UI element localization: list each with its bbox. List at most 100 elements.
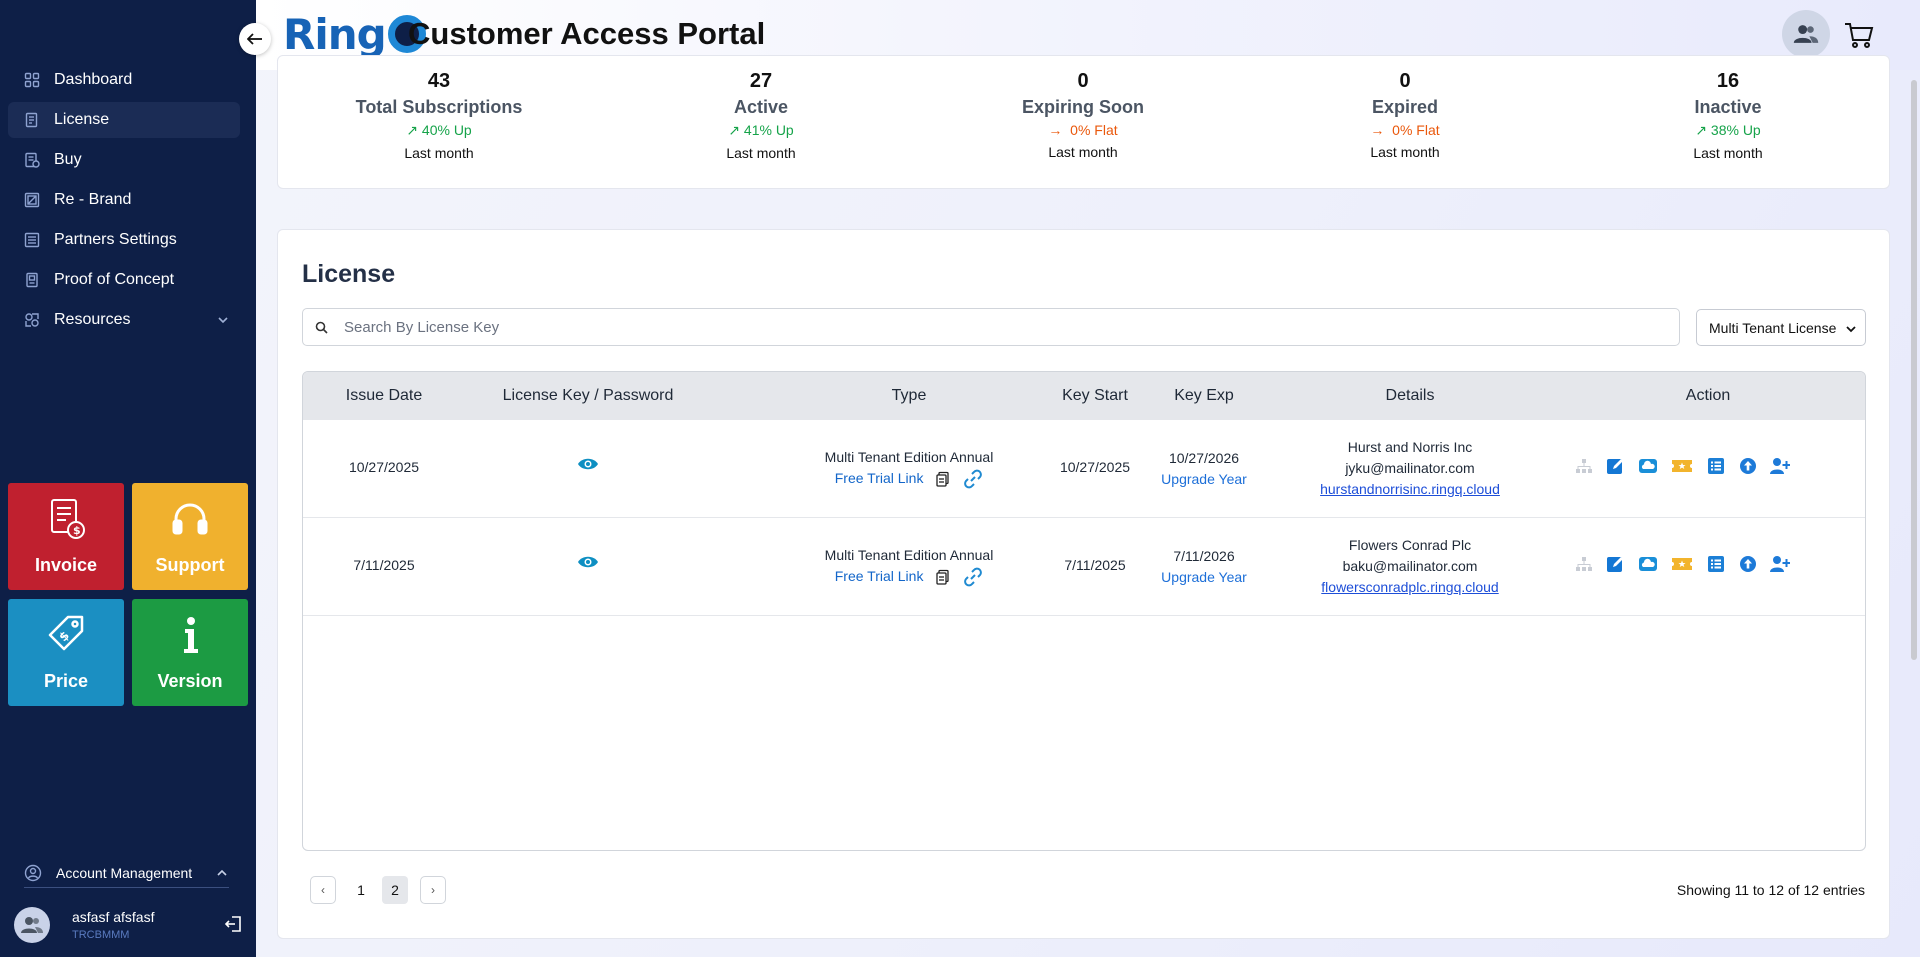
stat-period: Last month bbox=[726, 145, 796, 161]
copy-icon[interactable] bbox=[935, 569, 951, 585]
list-icon bbox=[24, 232, 40, 248]
trend-flat-icon: → bbox=[1370, 122, 1393, 138]
edit-icon[interactable] bbox=[1606, 456, 1626, 476]
stat-period: Last month bbox=[1048, 144, 1118, 160]
next-page-button[interactable]: › bbox=[420, 876, 446, 904]
network-icon[interactable] bbox=[1574, 554, 1594, 574]
type-cell: Multi Tenant Edition Annual Free Trial L… bbox=[799, 545, 1019, 587]
sidebar-item-proof-of-concept[interactable]: Proof of Concept bbox=[8, 262, 240, 298]
collapse-sidebar-button[interactable] bbox=[239, 23, 271, 55]
logo-text: Ring bbox=[283, 9, 387, 59]
details-cell: Hurst and Norris Inc jyku@mailinator.com… bbox=[1275, 437, 1545, 500]
license-type-select[interactable]: Multi Tenant License bbox=[1696, 309, 1866, 346]
domain-link[interactable]: flowersconradplc.ringq.cloud bbox=[1275, 577, 1545, 598]
list-details-icon[interactable] bbox=[1706, 456, 1726, 476]
link-icon[interactable] bbox=[963, 469, 983, 489]
link-icon[interactable] bbox=[963, 567, 983, 587]
prev-page-button[interactable]: ‹ bbox=[310, 876, 336, 904]
tile-label: Invoice bbox=[34, 555, 98, 575]
sidebar-item-label: Resources bbox=[54, 311, 131, 328]
free-trial-link[interactable]: Free Trial Link bbox=[835, 470, 924, 486]
sidebar-item-license[interactable]: License bbox=[8, 102, 240, 138]
column-header: Issue Date bbox=[345, 387, 423, 404]
account-management-label: Account Management bbox=[56, 864, 193, 881]
users-icon bbox=[1793, 25, 1819, 43]
eye-icon[interactable] bbox=[577, 554, 599, 570]
invoice-tile[interactable]: $ Invoice bbox=[8, 483, 124, 590]
add-user-icon[interactable] bbox=[1770, 554, 1790, 574]
issue-date: 10/27/2025 bbox=[348, 459, 420, 475]
upgrade-year-link[interactable]: Upgrade Year bbox=[1139, 469, 1269, 490]
license-type: Multi Tenant Edition Annual bbox=[824, 547, 994, 563]
key-exp: 7/11/2026 bbox=[1173, 548, 1235, 564]
stat-period: Last month bbox=[404, 145, 474, 161]
svg-text:$: $ bbox=[73, 524, 81, 537]
company-name: Flowers Conrad Plc bbox=[1348, 537, 1472, 553]
list-details-icon[interactable] bbox=[1706, 554, 1726, 574]
stat-period: Last month bbox=[1693, 145, 1763, 161]
eye-icon[interactable] bbox=[577, 456, 599, 472]
ticket-icon[interactable] bbox=[1670, 554, 1694, 574]
stat-label: Expiring Soon bbox=[1021, 97, 1144, 117]
stat-label: Total Subscriptions bbox=[355, 97, 523, 117]
email: jyku@mailinator.com bbox=[1345, 460, 1475, 476]
email: baku@mailinator.com bbox=[1342, 558, 1478, 574]
stat-expired: 0 Expired → 0% Flat Last month bbox=[1285, 70, 1525, 160]
network-icon[interactable] bbox=[1574, 456, 1594, 476]
cloud-icon[interactable] bbox=[1638, 456, 1658, 476]
page-1-button[interactable]: 1 bbox=[348, 876, 374, 904]
copy-icon[interactable] bbox=[935, 471, 951, 487]
search-input[interactable] bbox=[344, 318, 1644, 336]
trend-up-icon: ↗ bbox=[1695, 122, 1711, 138]
sidebar-item-rebrand[interactable]: Re - Brand bbox=[8, 182, 240, 218]
company-name: Hurst and Norris Inc bbox=[1347, 439, 1473, 455]
sidebar-item-resources[interactable]: Resources bbox=[8, 302, 240, 338]
cart-icon[interactable] bbox=[1844, 21, 1874, 49]
avatar[interactable] bbox=[14, 907, 50, 943]
sidebar-item-buy[interactable]: Buy bbox=[8, 142, 240, 178]
cloud-icon[interactable] bbox=[1638, 554, 1658, 574]
upgrade-year-link[interactable]: Upgrade Year bbox=[1139, 567, 1269, 588]
add-user-icon[interactable] bbox=[1770, 456, 1790, 476]
version-tile[interactable]: Version bbox=[132, 599, 248, 706]
chevron-down-icon bbox=[1846, 326, 1856, 333]
section-title: License bbox=[302, 260, 396, 288]
stat-value: 0 bbox=[1077, 70, 1089, 92]
row-actions bbox=[1574, 554, 1802, 574]
license-table: Issue Date License Key / Password Type K… bbox=[302, 371, 1866, 851]
issue-date: 7/11/2025 bbox=[353, 557, 415, 573]
support-tile[interactable]: Support bbox=[132, 483, 248, 590]
page-2-button[interactable]: 2 bbox=[382, 876, 408, 904]
logout-icon[interactable] bbox=[224, 914, 244, 934]
stat-value: 0 bbox=[1399, 70, 1411, 92]
domain-link[interactable]: hurstandnorrisinc.ringq.cloud bbox=[1275, 479, 1545, 500]
price-tag-icon: $ bbox=[48, 615, 84, 651]
sidebar-item-label: Re - Brand bbox=[54, 191, 132, 208]
search-box bbox=[302, 308, 1680, 346]
price-tile[interactable]: $ Price bbox=[8, 599, 124, 706]
edit-icon[interactable] bbox=[1606, 554, 1626, 574]
chevron-down-icon bbox=[218, 317, 228, 324]
upgrade-arrow-icon[interactable] bbox=[1738, 456, 1758, 476]
trend-flat-icon: → bbox=[1048, 122, 1071, 138]
ticket-icon[interactable] bbox=[1670, 456, 1694, 476]
free-trial-link[interactable]: Free Trial Link bbox=[835, 568, 924, 584]
sidebar-item-dashboard[interactable]: Dashboard bbox=[8, 62, 240, 98]
table-row: 10/27/2025 Multi Tenant Edition Annual F… bbox=[303, 420, 1865, 518]
header-user-button[interactable] bbox=[1782, 10, 1830, 58]
sidebar-item-partners-settings[interactable]: Partners Settings bbox=[8, 222, 240, 258]
sidebar: Dashboard License Buy Re - Brand Partner… bbox=[0, 0, 256, 957]
stat-trend-text: 38% Up bbox=[1710, 122, 1761, 138]
details-cell: Flowers Conrad Plc baku@mailinator.com f… bbox=[1275, 535, 1545, 598]
type-cell: Multi Tenant Edition Annual Free Trial L… bbox=[799, 447, 1019, 489]
account-management[interactable]: Account Management bbox=[24, 858, 229, 888]
receipt-icon bbox=[24, 152, 40, 168]
user-profile: asfasf afsfasf TRCBMMM bbox=[14, 902, 244, 948]
stat-active: 27 Active ↗ 41% Up Last month bbox=[641, 70, 881, 161]
stat-trend-text: 0% Flat bbox=[1392, 122, 1440, 138]
arrow-left-icon bbox=[247, 33, 262, 45]
upgrade-arrow-icon[interactable] bbox=[1738, 554, 1758, 574]
sidebar-nav: Dashboard License Buy Re - Brand Partner… bbox=[8, 62, 240, 342]
page-scrollbar[interactable] bbox=[1911, 80, 1917, 660]
column-header: Key Exp bbox=[1174, 387, 1234, 404]
